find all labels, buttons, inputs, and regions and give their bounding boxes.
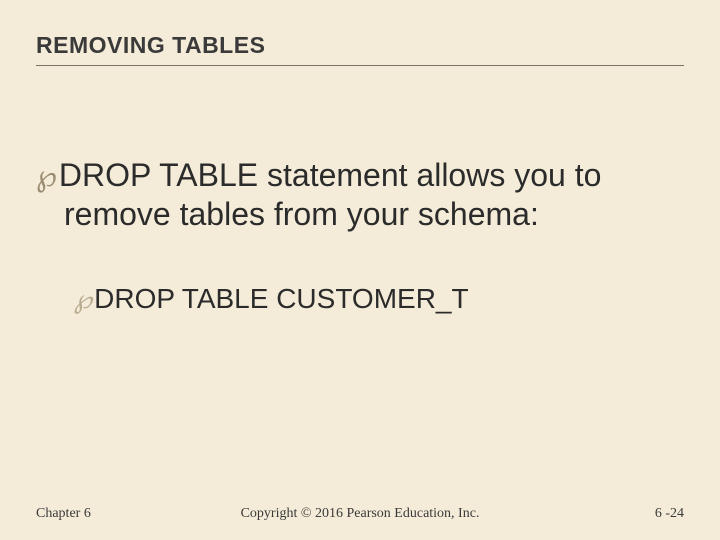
- bullet-level-2: ℘DROP TABLE CUSTOMER_T: [36, 281, 684, 316]
- footer-copyright: Copyright © 2016 Pearson Education, Inc.: [0, 506, 720, 522]
- bullet-level-1: ℘DROP TABLE statement allows you to remo…: [36, 156, 684, 233]
- slide-title: REMOVING TABLES: [36, 32, 684, 66]
- footer-chapter: Chapter 6: [36, 506, 91, 522]
- slide-footer: Chapter 6 Copyright © 2016 Pearson Educa…: [0, 506, 720, 522]
- bullet-icon: ℘: [74, 284, 94, 314]
- footer-page-number: 6 -24: [655, 506, 684, 522]
- bullet-text: DROP TABLE CUSTOMER_T: [94, 283, 468, 314]
- bullet-text: DROP TABLE statement allows you to remov…: [59, 157, 601, 232]
- slide: REMOVING TABLES ℘DROP TABLE statement al…: [0, 0, 720, 540]
- slide-body: ℘DROP TABLE statement allows you to remo…: [36, 156, 684, 316]
- bullet-icon: ℘: [36, 160, 59, 193]
